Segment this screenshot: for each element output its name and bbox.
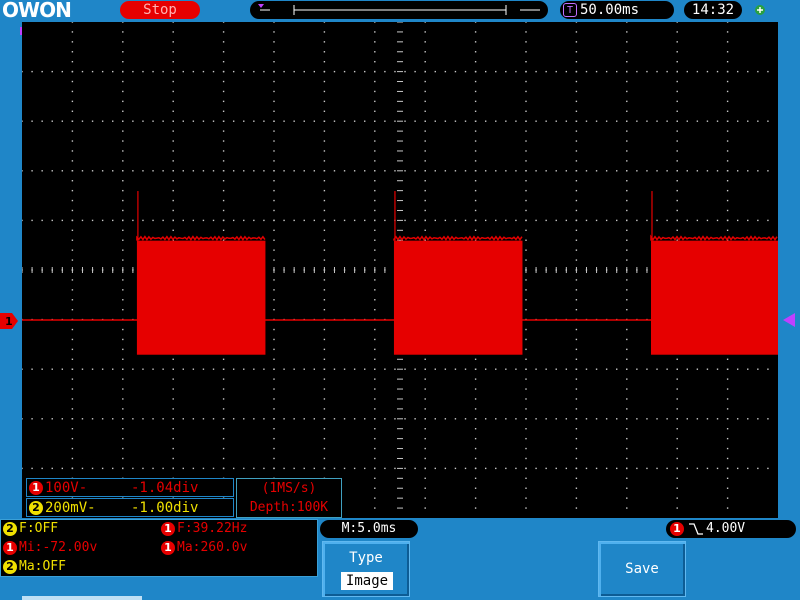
trigger-level: 4.00V (706, 521, 746, 536)
ch2-badge: 2 (3, 560, 17, 574)
memory-depth: Depth:100K (249, 500, 329, 515)
ch1-maximum: Ma:260.0v (177, 540, 248, 555)
burst-1 (136, 240, 266, 355)
ch1-badge: 1 (3, 541, 17, 555)
ch1-offset-marker-icon[interactable]: 1 (0, 313, 18, 329)
burst-3 (650, 240, 778, 355)
burst-2 (393, 240, 523, 355)
clock: 14:32 (684, 1, 742, 19)
timebase-value: 50.00ms (580, 2, 640, 18)
timebase-readout[interactable]: T 50.00ms (560, 1, 674, 19)
type-label: Type (349, 550, 383, 566)
channel-info-panel: 1 100V- -1.04div 2 200mV- -1.00div (1MS/… (26, 478, 342, 518)
waveform-trace (22, 191, 778, 355)
type-softkey[interactable]: Type Image (322, 541, 410, 597)
ch2-offset: -1.00div (131, 500, 199, 516)
trigger-level-marker-icon[interactable] (781, 312, 795, 327)
ch2-scale-row[interactable]: 2 200mV- -1.00div (26, 498, 234, 517)
trigger-info[interactable]: 1 4.00V (666, 520, 796, 538)
type-value: Image (341, 572, 393, 590)
waveform-display[interactable] (22, 22, 778, 518)
ch1-minimum: Mi:-72.00v (19, 540, 98, 555)
ch2-scale: 200mV- (45, 500, 96, 516)
menu-scroll-indicator (22, 596, 142, 600)
ch1-scale-row[interactable]: 1 100V- -1.04div (26, 478, 234, 497)
ch1-offset: -1.04div (131, 480, 199, 496)
usb-icon (752, 1, 772, 19)
ch2-badge: 2 (3, 522, 17, 536)
horizontal-position[interactable]: M:5.0ms (320, 520, 418, 538)
trigger-channel-badge: 1 (670, 522, 684, 536)
time-position-graphic (258, 4, 540, 15)
save-softkey[interactable]: Save (598, 541, 686, 597)
ch1-badge: 1 (29, 481, 43, 495)
owon-logo: OWON (2, 0, 72, 22)
ch2-frequency: F:OFF (19, 521, 59, 536)
ch2-maximum: Ma:OFF (19, 559, 66, 574)
trigger-position-icon (258, 4, 264, 8)
ch1-scale: 100V- (45, 480, 88, 496)
ch2-badge: 2 (29, 501, 43, 515)
measurement-panel: 2 F:OFF 1 F:39.22Hz 1 Mi:-72.00v 1 Ma:26… (0, 519, 318, 577)
ch1-marker-label: 1 (5, 315, 13, 328)
time-position-bar[interactable] (250, 1, 548, 19)
save-label: Save (625, 561, 659, 577)
timebase-icon: T (563, 3, 577, 17)
ch1-badge: 1 (161, 522, 175, 536)
ch1-badge: 1 (161, 541, 175, 555)
run-status-badge[interactable]: Stop (120, 1, 200, 19)
sample-rate: (1MS/s) (261, 481, 317, 496)
ch1-frequency: F:39.22Hz (177, 521, 248, 536)
acquisition-info: (1MS/s) Depth:100K (236, 478, 342, 518)
falling-edge-icon (689, 523, 703, 535)
